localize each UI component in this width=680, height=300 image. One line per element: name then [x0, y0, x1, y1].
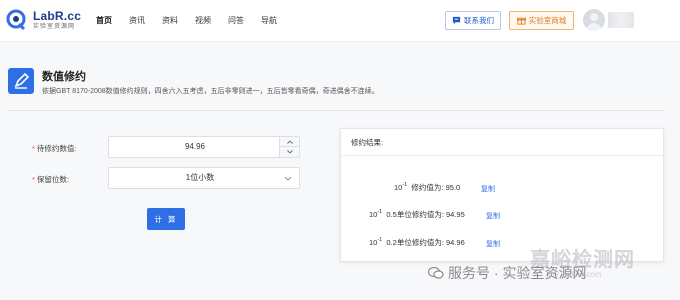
copy-link[interactable]: 复制 — [481, 184, 495, 194]
user-avatar[interactable] — [583, 9, 605, 31]
result-row: 10-1 0.5单位修约值为: 94.95 — [369, 209, 465, 219]
chevron-down-icon — [284, 176, 292, 181]
result-title: 修约结果: — [341, 129, 663, 156]
logo-subtitle: 实验室资源网 — [33, 24, 76, 30]
lab-mall-label: 实验室商城 — [528, 16, 567, 25]
page-title: 数值修约 — [42, 71, 86, 83]
stepper-up-button[interactable] — [280, 137, 299, 147]
gift-icon — [516, 17, 526, 25]
result-panel: 修约结果: 10-1 修约值为: 95.0 复制 10-1 0.5单位修约值为:… — [340, 128, 664, 262]
page-description: 依据GBT 8170-2008数值修约规则，四舍六入五考虑，五后非零则进一，五后… — [42, 88, 379, 95]
value-stepper[interactable] — [279, 137, 299, 157]
section-divider — [8, 110, 664, 111]
main-nav: 首页 资讯 资料 视频 问答 导航 — [96, 15, 294, 26]
value-input-text[interactable]: 94.96 — [109, 137, 281, 157]
chevron-up-icon — [286, 139, 293, 144]
value-input[interactable]: 94.96 — [108, 136, 300, 158]
result-row: 10-1 修约值为: 95.0 — [394, 182, 461, 192]
nav-home[interactable]: 首页 — [96, 15, 112, 26]
nav-documents[interactable]: 资料 — [162, 15, 178, 26]
result-row: 10-1 0.2单位修约值为: 94.96 — [369, 237, 465, 247]
wechat-icon — [428, 266, 444, 279]
digits-select-value[interactable]: 1位小数 — [109, 168, 291, 188]
nav-qa[interactable]: 问答 — [228, 15, 244, 26]
contact-us-button[interactable]: 联系我们 — [445, 11, 501, 30]
logo-title: LabR.cc — [33, 9, 82, 23]
edit-icon — [8, 68, 34, 94]
copy-link[interactable]: 复制 — [486, 239, 500, 249]
nav-videos[interactable]: 视频 — [195, 15, 211, 26]
copy-link[interactable]: 复制 — [486, 211, 500, 221]
stepper-down-button[interactable] — [280, 147, 299, 157]
watermark-service: 服务号 · 实验室资源网 — [428, 263, 586, 283]
required-mark: * — [32, 175, 35, 184]
required-mark: * — [32, 144, 35, 153]
calculate-button[interactable]: 计 算 — [147, 208, 185, 230]
username-blurred — [608, 12, 634, 28]
chat-icon — [452, 16, 461, 25]
nav-directory[interactable]: 导航 — [261, 15, 277, 26]
contact-us-label: 联系我们 — [464, 16, 494, 25]
chevron-down-icon — [286, 150, 293, 154]
nav-news[interactable]: 资讯 — [129, 15, 145, 26]
top-header: LabR.cc 实验室资源网 首页 资讯 资料 视频 问答 导航 联系我们 实验… — [0, 0, 680, 42]
digits-select[interactable]: 1位小数 — [108, 167, 300, 189]
value-field-label: * 待修约数值: — [32, 144, 77, 153]
site-logo[interactable]: LabR.cc 实验室资源网 — [6, 9, 81, 31]
logo-icon — [6, 9, 28, 31]
lab-mall-button[interactable]: 实验室商城 — [509, 11, 574, 30]
digits-field-label: * 保留位数: — [32, 175, 70, 184]
